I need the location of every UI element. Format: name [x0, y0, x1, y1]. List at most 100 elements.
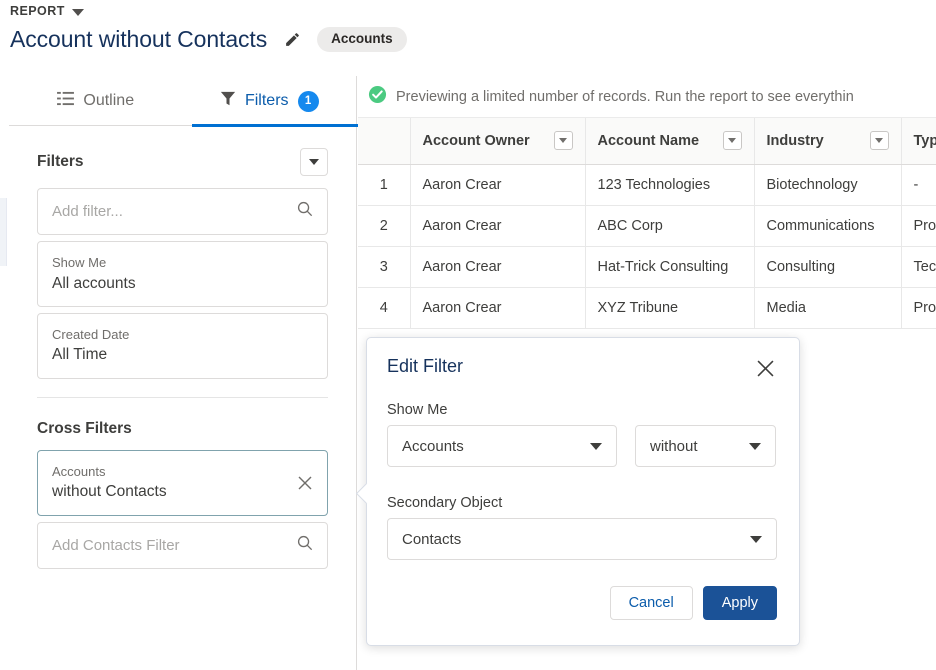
- cell-type: Pro: [901, 205, 936, 246]
- cell-account-owner: Aaron Crear: [410, 164, 585, 205]
- column-menu-button[interactable]: [554, 131, 573, 150]
- column-header-type[interactable]: Typ: [901, 118, 936, 164]
- filter-item-created-date[interactable]: Created Date All Time: [37, 313, 328, 379]
- chevron-down-icon: [728, 138, 736, 143]
- tab-outline[interactable]: Outline: [9, 76, 183, 126]
- filter-item-value: All accounts: [52, 273, 313, 295]
- panel-tabs: Outline Filters 1: [9, 76, 356, 126]
- filters-heading: Filters: [37, 153, 84, 171]
- table-body: 1 Aaron Crear 123 Technologies Biotechno…: [358, 164, 936, 328]
- cell-account-owner: Aaron Crear: [410, 246, 585, 287]
- table-row[interactable]: 3 Aaron Crear Hat-Trick Consulting Consu…: [358, 246, 936, 287]
- column-header-label: Typ: [914, 133, 936, 149]
- chevron-down-icon: [309, 159, 319, 165]
- secondary-object-value: Contacts: [402, 531, 461, 548]
- close-icon[interactable]: [294, 472, 316, 494]
- row-number: 3: [358, 246, 410, 287]
- add-contacts-filter-placeholder: Add Contacts Filter: [52, 537, 180, 554]
- success-check-icon: [368, 85, 387, 109]
- tab-outline-label: Outline: [83, 92, 134, 110]
- cell-account-name: XYZ Tribune: [585, 287, 754, 328]
- cell-account-name: 123 Technologies: [585, 164, 754, 205]
- close-icon[interactable]: [753, 356, 777, 380]
- cell-type: Tec: [901, 246, 936, 287]
- table-header-row: Account Owner Account Name Industry: [358, 118, 936, 164]
- filter-item-show-me[interactable]: Show Me All accounts: [37, 241, 328, 307]
- chevron-down-icon: [875, 138, 883, 143]
- cell-account-name: ABC Corp: [585, 205, 754, 246]
- cell-account-name: Hat-Trick Consulting: [585, 246, 754, 287]
- show-me-label: Show Me: [387, 402, 777, 418]
- page-title: Account without Contacts: [10, 26, 267, 53]
- cell-account-owner: Aaron Crear: [410, 287, 585, 328]
- column-header-industry[interactable]: Industry: [754, 118, 901, 164]
- cancel-button[interactable]: Cancel: [610, 586, 693, 620]
- chevron-down-icon: [590, 443, 602, 450]
- filters-collapse-button[interactable]: [300, 148, 328, 176]
- cross-filter-condition: without Contacts: [52, 481, 313, 503]
- preview-banner-text: Previewing a limited number of records. …: [396, 89, 854, 105]
- left-rail-partial-element: [0, 198, 7, 266]
- funnel-icon: [220, 91, 236, 112]
- table-row[interactable]: 4 Aaron Crear XYZ Tribune Media Pro: [358, 287, 936, 328]
- chevron-down-icon: [749, 443, 761, 450]
- report-type-breadcrumb[interactable]: REPORT: [10, 4, 84, 18]
- table-row[interactable]: 1 Aaron Crear 123 Technologies Biotechno…: [358, 164, 936, 205]
- cell-industry: Communications: [754, 205, 901, 246]
- dialog-body: Show Me Accounts without Secondary Objec…: [367, 380, 799, 560]
- table-row[interactable]: 2 Aaron Crear ABC Corp Communications Pr…: [358, 205, 936, 246]
- show-me-row: Accounts without: [387, 425, 777, 467]
- search-icon: [297, 535, 313, 556]
- operator-select[interactable]: without: [635, 425, 776, 467]
- column-header-label: Account Name: [598, 133, 700, 149]
- column-header-label: Account Owner: [423, 133, 530, 149]
- chevron-down-icon: [559, 138, 567, 143]
- dialog-header: Edit Filter: [367, 338, 799, 380]
- cross-filter-object-label: Accounts: [52, 462, 313, 482]
- report-object-pill[interactable]: Accounts: [317, 27, 407, 52]
- apply-button[interactable]: Apply: [703, 586, 777, 620]
- left-rail: [0, 76, 8, 670]
- tab-filters[interactable]: Filters 1: [183, 76, 357, 126]
- cell-type: Pro: [901, 287, 936, 328]
- filter-item-value: All Time: [52, 344, 313, 366]
- preview-banner: Previewing a limited number of records. …: [358, 76, 936, 118]
- secondary-object-select[interactable]: Contacts: [387, 518, 777, 560]
- filters-panel-body: Filters Add filter... Show Me All accoun…: [9, 126, 356, 569]
- primary-object-value: Accounts: [402, 438, 464, 455]
- filter-item-label: Created Date: [52, 325, 313, 345]
- tab-filters-label: Filters: [245, 92, 289, 110]
- cell-industry: Biotechnology: [754, 164, 901, 205]
- outline-list-icon: [57, 91, 74, 111]
- row-number: 2: [358, 205, 410, 246]
- operator-value: without: [650, 438, 698, 455]
- dialog-footer: Cancel Apply: [367, 560, 799, 620]
- row-number: 1: [358, 164, 410, 205]
- cross-filters-heading: Cross Filters: [37, 398, 328, 450]
- row-number-header: [358, 118, 410, 164]
- primary-object-select[interactable]: Accounts: [387, 425, 617, 467]
- column-menu-button[interactable]: [723, 131, 742, 150]
- report-builder-screen: REPORT Account without Contacts Accounts: [0, 0, 936, 670]
- search-icon: [297, 201, 313, 222]
- edit-filter-dialog: Edit Filter Show Me Accounts without: [366, 337, 800, 646]
- filters-count-badge: 1: [298, 91, 319, 112]
- column-menu-button[interactable]: [870, 131, 889, 150]
- dialog-title: Edit Filter: [387, 356, 463, 377]
- cell-industry: Consulting: [754, 246, 901, 287]
- add-contacts-filter-input[interactable]: Add Contacts Filter: [37, 522, 328, 569]
- title-row: Account without Contacts Accounts: [10, 26, 407, 53]
- add-filter-placeholder: Add filter...: [52, 203, 123, 220]
- cross-filter-item-accounts-without-contacts[interactable]: Accounts without Contacts: [37, 450, 328, 516]
- chevron-down-icon[interactable]: [72, 9, 84, 16]
- column-header-label: Industry: [767, 133, 824, 149]
- cell-account-owner: Aaron Crear: [410, 205, 585, 246]
- column-header-account-name[interactable]: Account Name: [585, 118, 754, 164]
- column-header-account-owner[interactable]: Account Owner: [410, 118, 585, 164]
- filters-section-header: Filters: [37, 126, 328, 188]
- cell-industry: Media: [754, 287, 901, 328]
- secondary-object-label: Secondary Object: [387, 495, 777, 511]
- add-filter-input[interactable]: Add filter...: [37, 188, 328, 235]
- cell-type: -: [901, 164, 936, 205]
- pencil-icon[interactable]: [281, 29, 303, 51]
